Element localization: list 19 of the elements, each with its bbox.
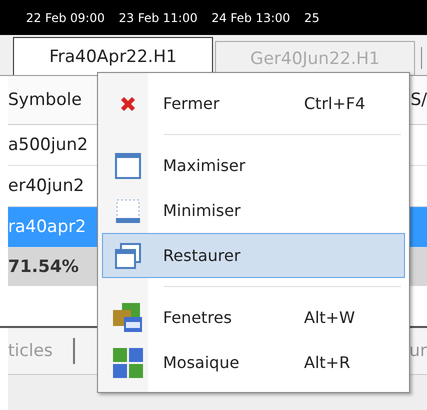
minimized-window-icon xyxy=(114,196,142,224)
menu-item[interactable]: Fermer Ctrl+F4 xyxy=(102,81,405,126)
window-icon xyxy=(114,152,142,180)
close-icon xyxy=(119,94,137,112)
time-label: 25 xyxy=(304,10,320,24)
chart-tab[interactable]: Fra40Apr22.H1 xyxy=(13,37,213,75)
restore-icon xyxy=(114,242,142,270)
tile-icon xyxy=(112,346,144,378)
menu-item[interactable]: Mosaique Alt+R xyxy=(102,340,405,385)
menu-item[interactable]: Restaurer xyxy=(102,233,405,278)
menu-item[interactable]: Minimiser xyxy=(102,188,405,233)
time-label: 23 Feb 11:00 xyxy=(118,10,198,24)
time-label: 24 Feb 13:00 xyxy=(211,10,290,24)
windows-icon xyxy=(112,302,144,334)
menu-item[interactable]: Maximiser xyxy=(102,143,405,188)
menu-item[interactable]: Fenetres Alt+W xyxy=(102,295,405,340)
column-header[interactable]: S/ xyxy=(410,90,427,110)
time-label: 22 Feb 09:00 xyxy=(26,10,105,24)
column-header[interactable]: Symbole xyxy=(8,90,82,110)
